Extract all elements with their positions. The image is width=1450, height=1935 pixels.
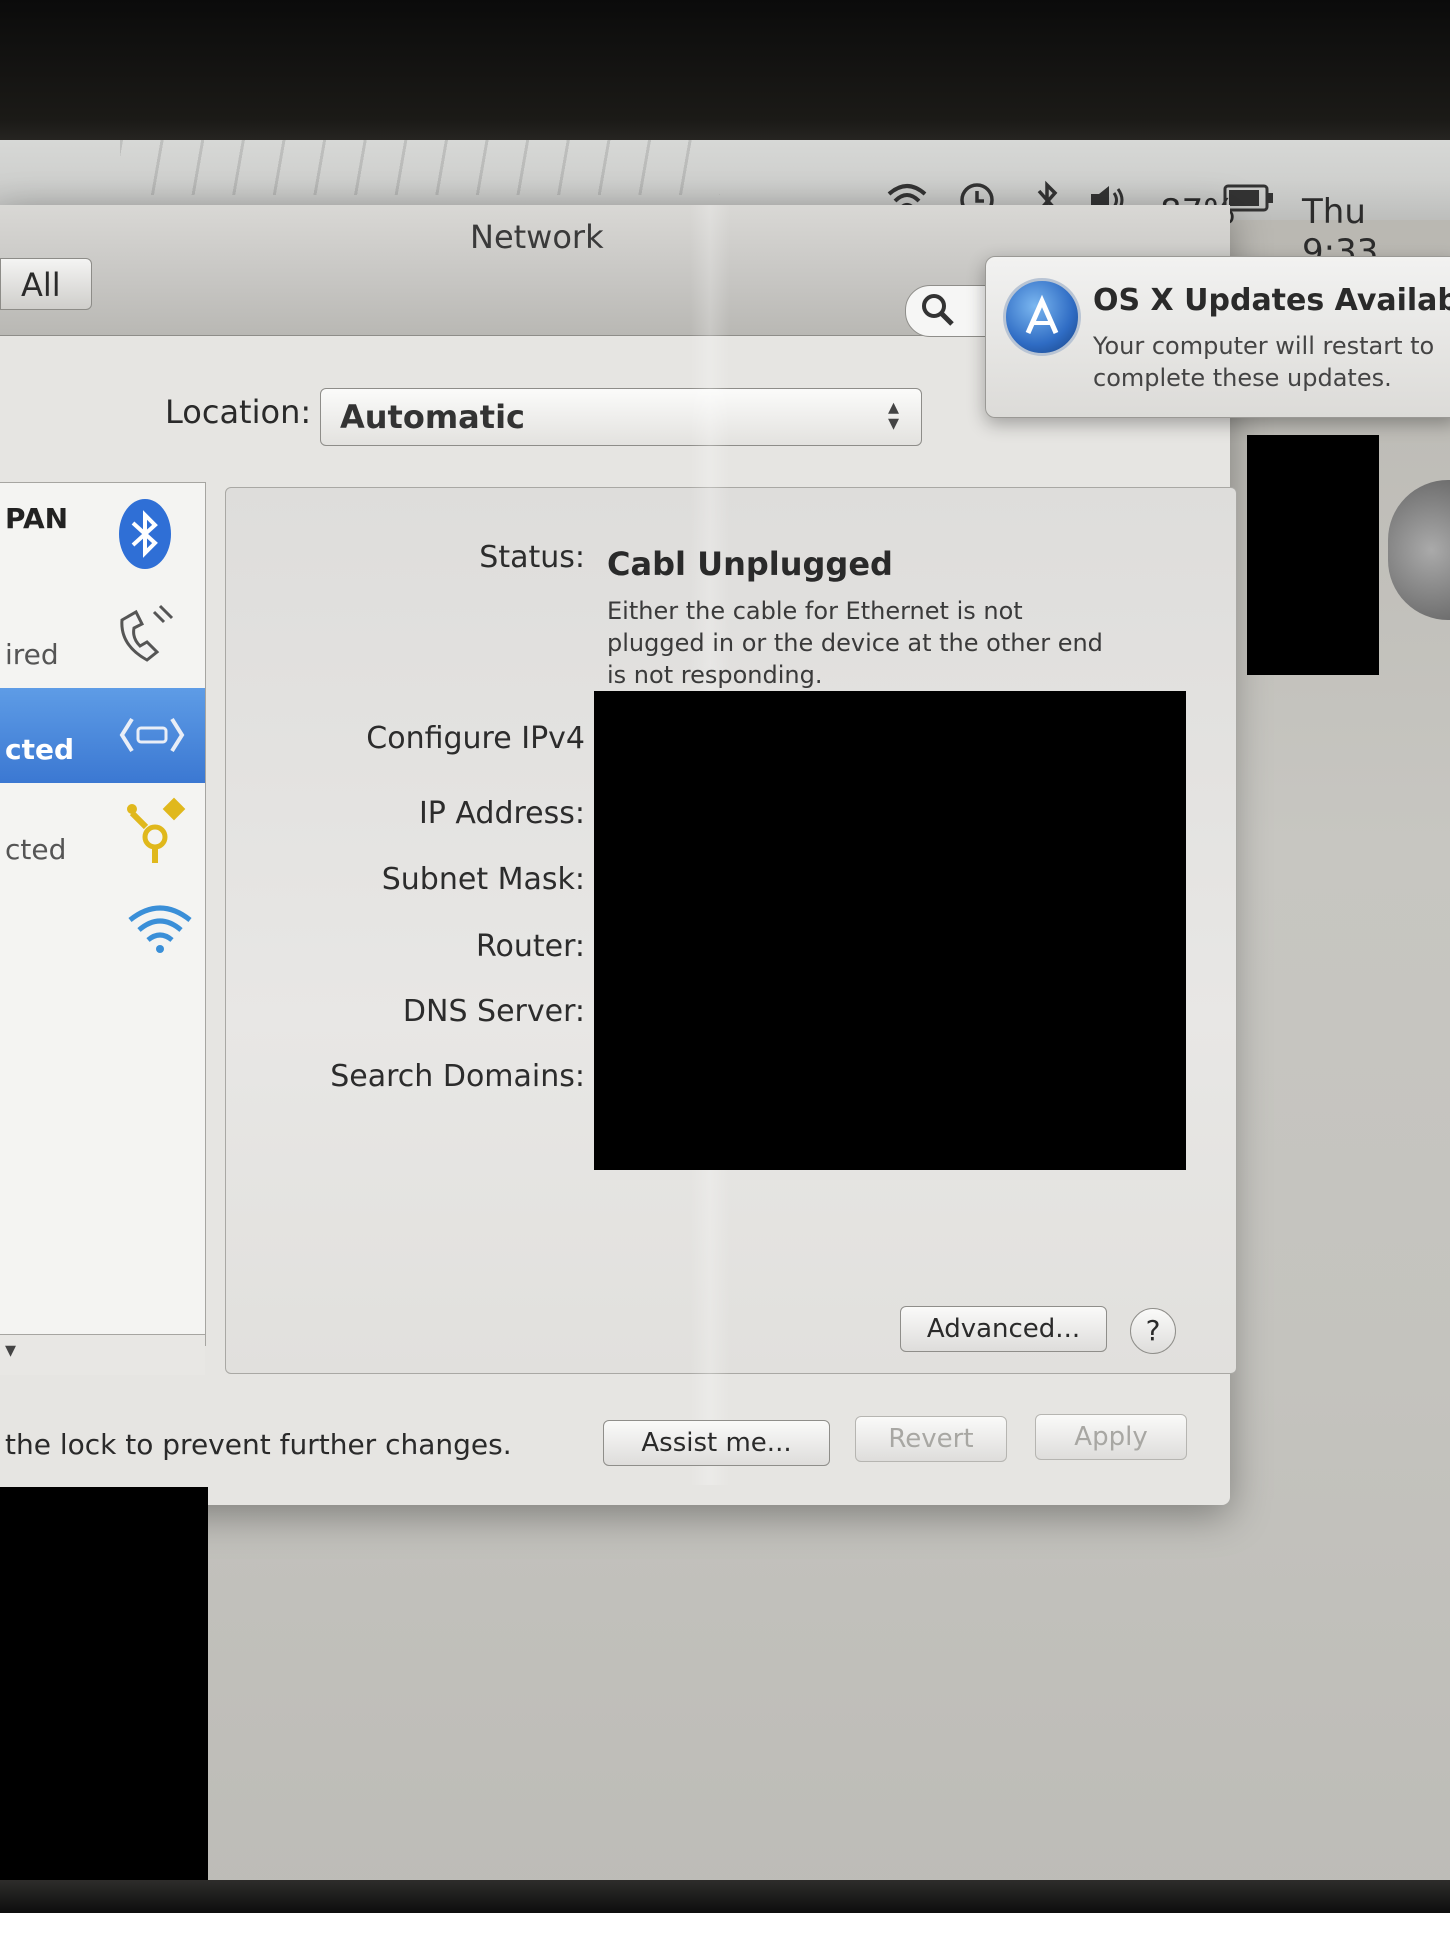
notification-title: OS X Updates Available [1093, 283, 1450, 318]
service-item-ethernet[interactable]: cted [0, 688, 205, 783]
service-item-modem[interactable]: ired [0, 590, 205, 685]
redacted-area [1247, 435, 1379, 675]
bluetooth-icon [117, 497, 173, 575]
assist-me-button[interactable]: Assist me... [603, 1420, 830, 1466]
service-item-label: ired [5, 638, 59, 671]
advanced-button[interactable]: Advanced... [900, 1306, 1107, 1352]
router-label: Router: [476, 929, 585, 964]
configure-ipv4-label: Configure IPv4 [366, 721, 585, 756]
monitor-bezel-bottom [0, 1880, 1450, 1935]
service-item-label: cted [5, 733, 75, 766]
status-description: Either the cable for Ethernet is not plu… [607, 597, 1103, 689]
service-item-label: PAN [5, 502, 69, 535]
help-button[interactable]: ? [1130, 1308, 1176, 1354]
firewire-icon [122, 795, 188, 871]
status-value: Cabl Unplugged [607, 545, 893, 583]
action-menu-chevron-icon[interactable]: ▾ [5, 1338, 16, 1363]
revert-button[interactable]: Revert [855, 1416, 1007, 1462]
monitor-bezel-top [0, 0, 1450, 150]
battery-icon[interactable] [1223, 180, 1275, 224]
redacted-network-values [594, 691, 1186, 1170]
service-item-bluetooth-pan[interactable]: PAN [0, 482, 205, 587]
service-item-label: cted [5, 833, 67, 866]
popup-arrows-icon: ▴ ▾ [888, 395, 900, 436]
service-item-firewire[interactable]: cted [0, 785, 205, 880]
ip-address-label: IP Address: [418, 796, 585, 831]
wifi-icon [125, 900, 195, 960]
search-domains-label: Search Domains: [330, 1059, 585, 1094]
dns-server-label: DNS Server: [402, 994, 585, 1029]
search-icon [918, 290, 958, 330]
service-list-toolbar [0, 1334, 205, 1375]
ethernet-icon [118, 713, 186, 761]
service-item-wifi[interactable] [0, 880, 205, 975]
lock-message: the lock to prevent further changes. [5, 1428, 512, 1461]
app-store-icon [1003, 278, 1081, 356]
notification-body: Your computer will restart to complete t… [1093, 332, 1435, 392]
apply-button[interactable]: Apply [1035, 1414, 1187, 1460]
subnet-mask-label: Subnet Mask: [381, 862, 585, 897]
redacted-area [0, 1487, 208, 1935]
modem-phone-icon [112, 600, 182, 674]
show-all-button[interactable]: All [0, 258, 92, 310]
field-labels: Status: Configure IPv4 IP Address: Subne… [230, 0, 585, 1935]
status-label: Status: [479, 540, 585, 575]
